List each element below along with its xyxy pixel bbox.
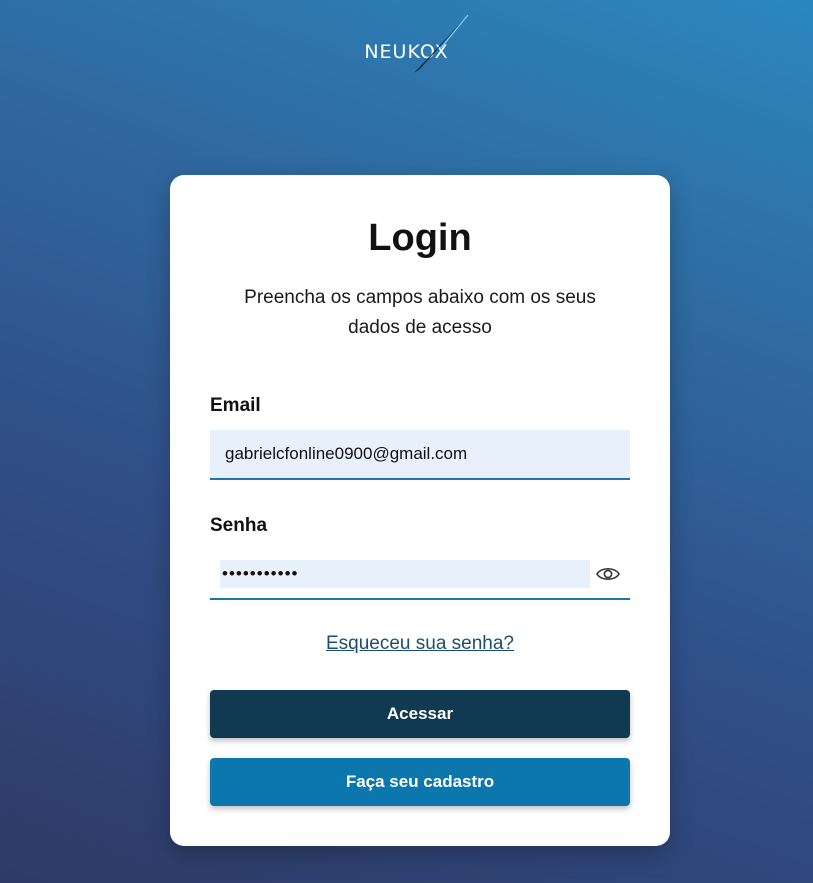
password-label: Senha (210, 515, 268, 536)
login-card: Login Preencha os campos abaixo com os s… (170, 175, 670, 846)
email-field[interactable] (210, 430, 630, 480)
email-label: Email (210, 395, 261, 416)
page-title: Login (368, 217, 472, 259)
forgot-password-link[interactable]: Esqueceu sua senha? (170, 633, 670, 655)
login-button[interactable]: Acessar (210, 690, 630, 738)
logo-slash-icon (414, 15, 469, 73)
password-field[interactable] (220, 560, 590, 588)
register-button[interactable]: Faça seu cadastro (210, 758, 630, 806)
password-field-wrapper (210, 552, 630, 600)
brand-logo: NEUKOX (0, 22, 813, 82)
page-subtitle: Preencha os campos abaixo com os seus da… (244, 287, 596, 338)
eye-icon[interactable] (595, 562, 621, 586)
